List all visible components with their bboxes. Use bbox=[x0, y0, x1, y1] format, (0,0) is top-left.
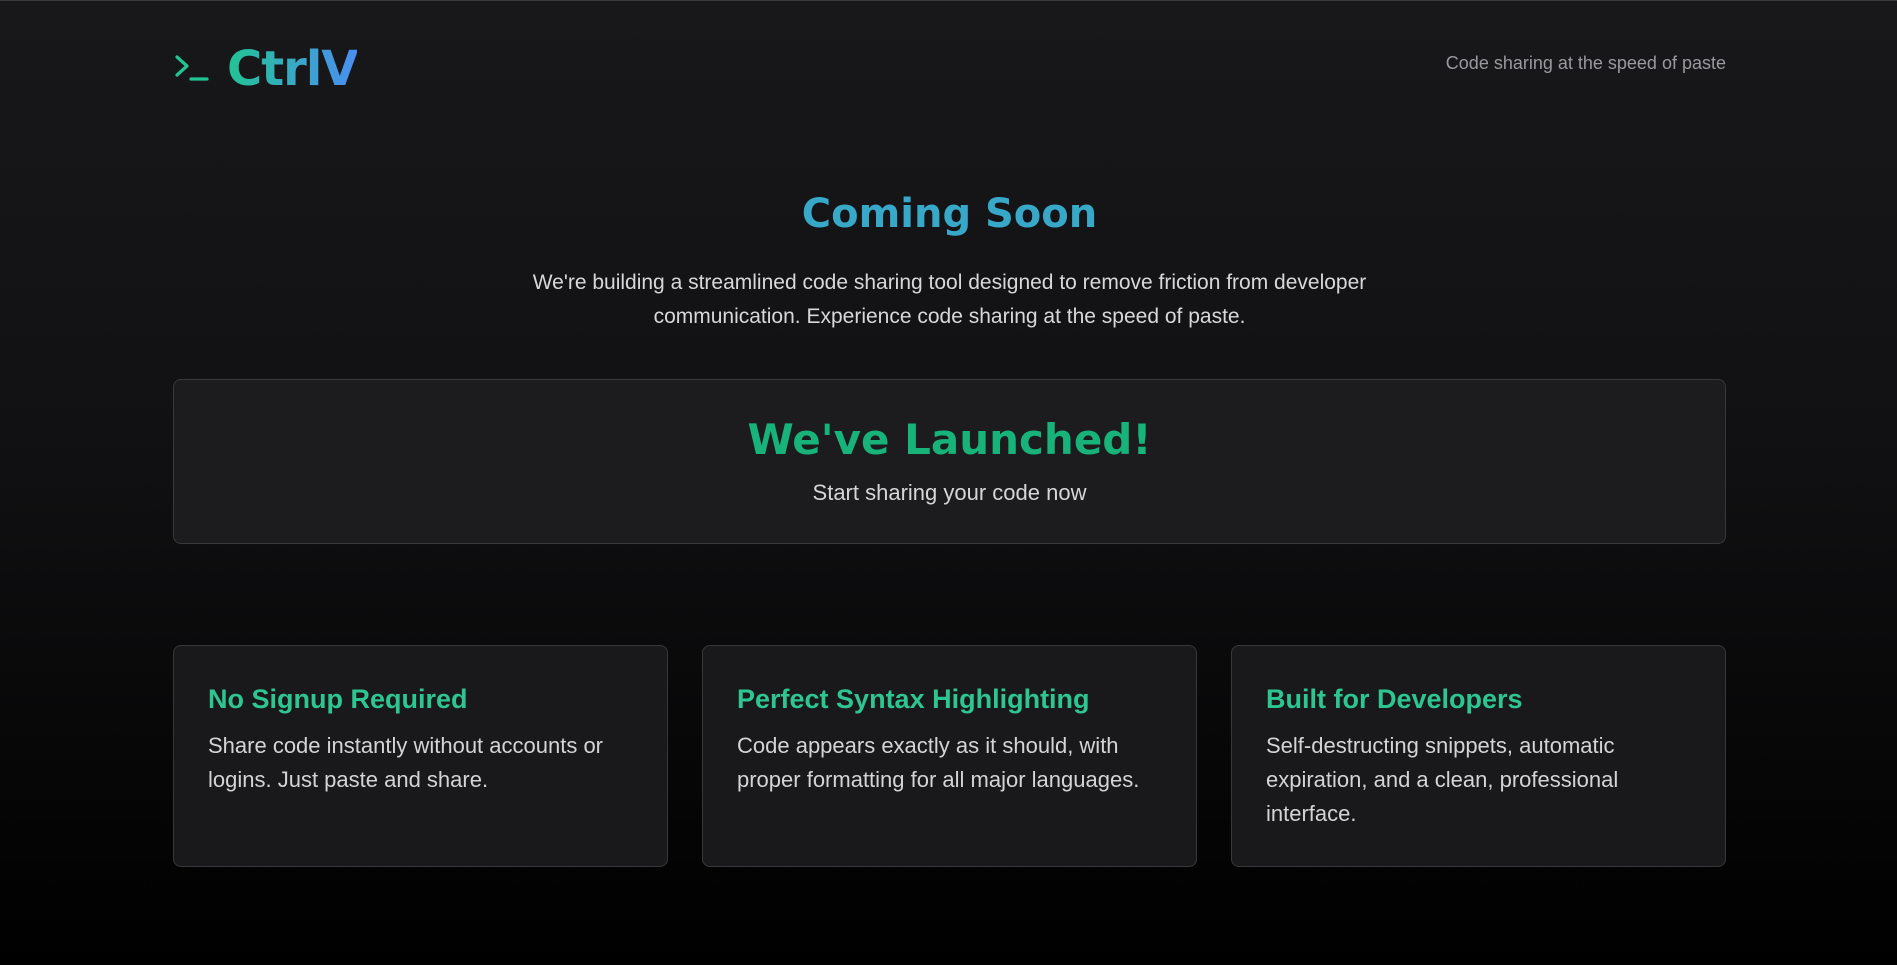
launch-banner: We've Launched! Start sharing your code … bbox=[173, 379, 1726, 544]
header-tagline: Code sharing at the speed of paste bbox=[1445, 53, 1726, 73]
logo-text: CtrlV bbox=[227, 41, 358, 97]
hero-description: We're building a streamlined code sharin… bbox=[532, 271, 1367, 328]
feature-card-title: Built for Developers bbox=[1266, 684, 1523, 714]
launch-subtitle: Start sharing your code now bbox=[812, 480, 1087, 505]
feature-card-no-signup: No Signup Required Share code instantly … bbox=[173, 645, 668, 867]
launch-title: We've Launched! bbox=[747, 415, 1152, 464]
feature-card-text: Self-destructing snippets, automatic exp… bbox=[1266, 733, 1619, 826]
feature-card-syntax-highlighting: Perfect Syntax Highlighting Code appears… bbox=[702, 645, 1197, 867]
feature-card-title: Perfect Syntax Highlighting bbox=[737, 684, 1090, 714]
feature-card-text: Code appears exactly as it should, with … bbox=[737, 733, 1140, 792]
feature-card-built-for-developers: Built for Developers Self-destructing sn… bbox=[1231, 645, 1726, 867]
feature-card-text: Share code instantly without accounts or… bbox=[208, 733, 604, 792]
feature-card-title: No Signup Required bbox=[208, 684, 468, 714]
hero-title: Coming Soon bbox=[801, 191, 1098, 237]
logo[interactable]: CtrlV bbox=[173, 39, 358, 99]
page-container: CtrlV Code sharing at the speed of paste… bbox=[173, 1, 1726, 965]
terminal-prompt-icon bbox=[173, 49, 213, 89]
site-header: CtrlV Code sharing at the speed of paste bbox=[173, 39, 1726, 99]
